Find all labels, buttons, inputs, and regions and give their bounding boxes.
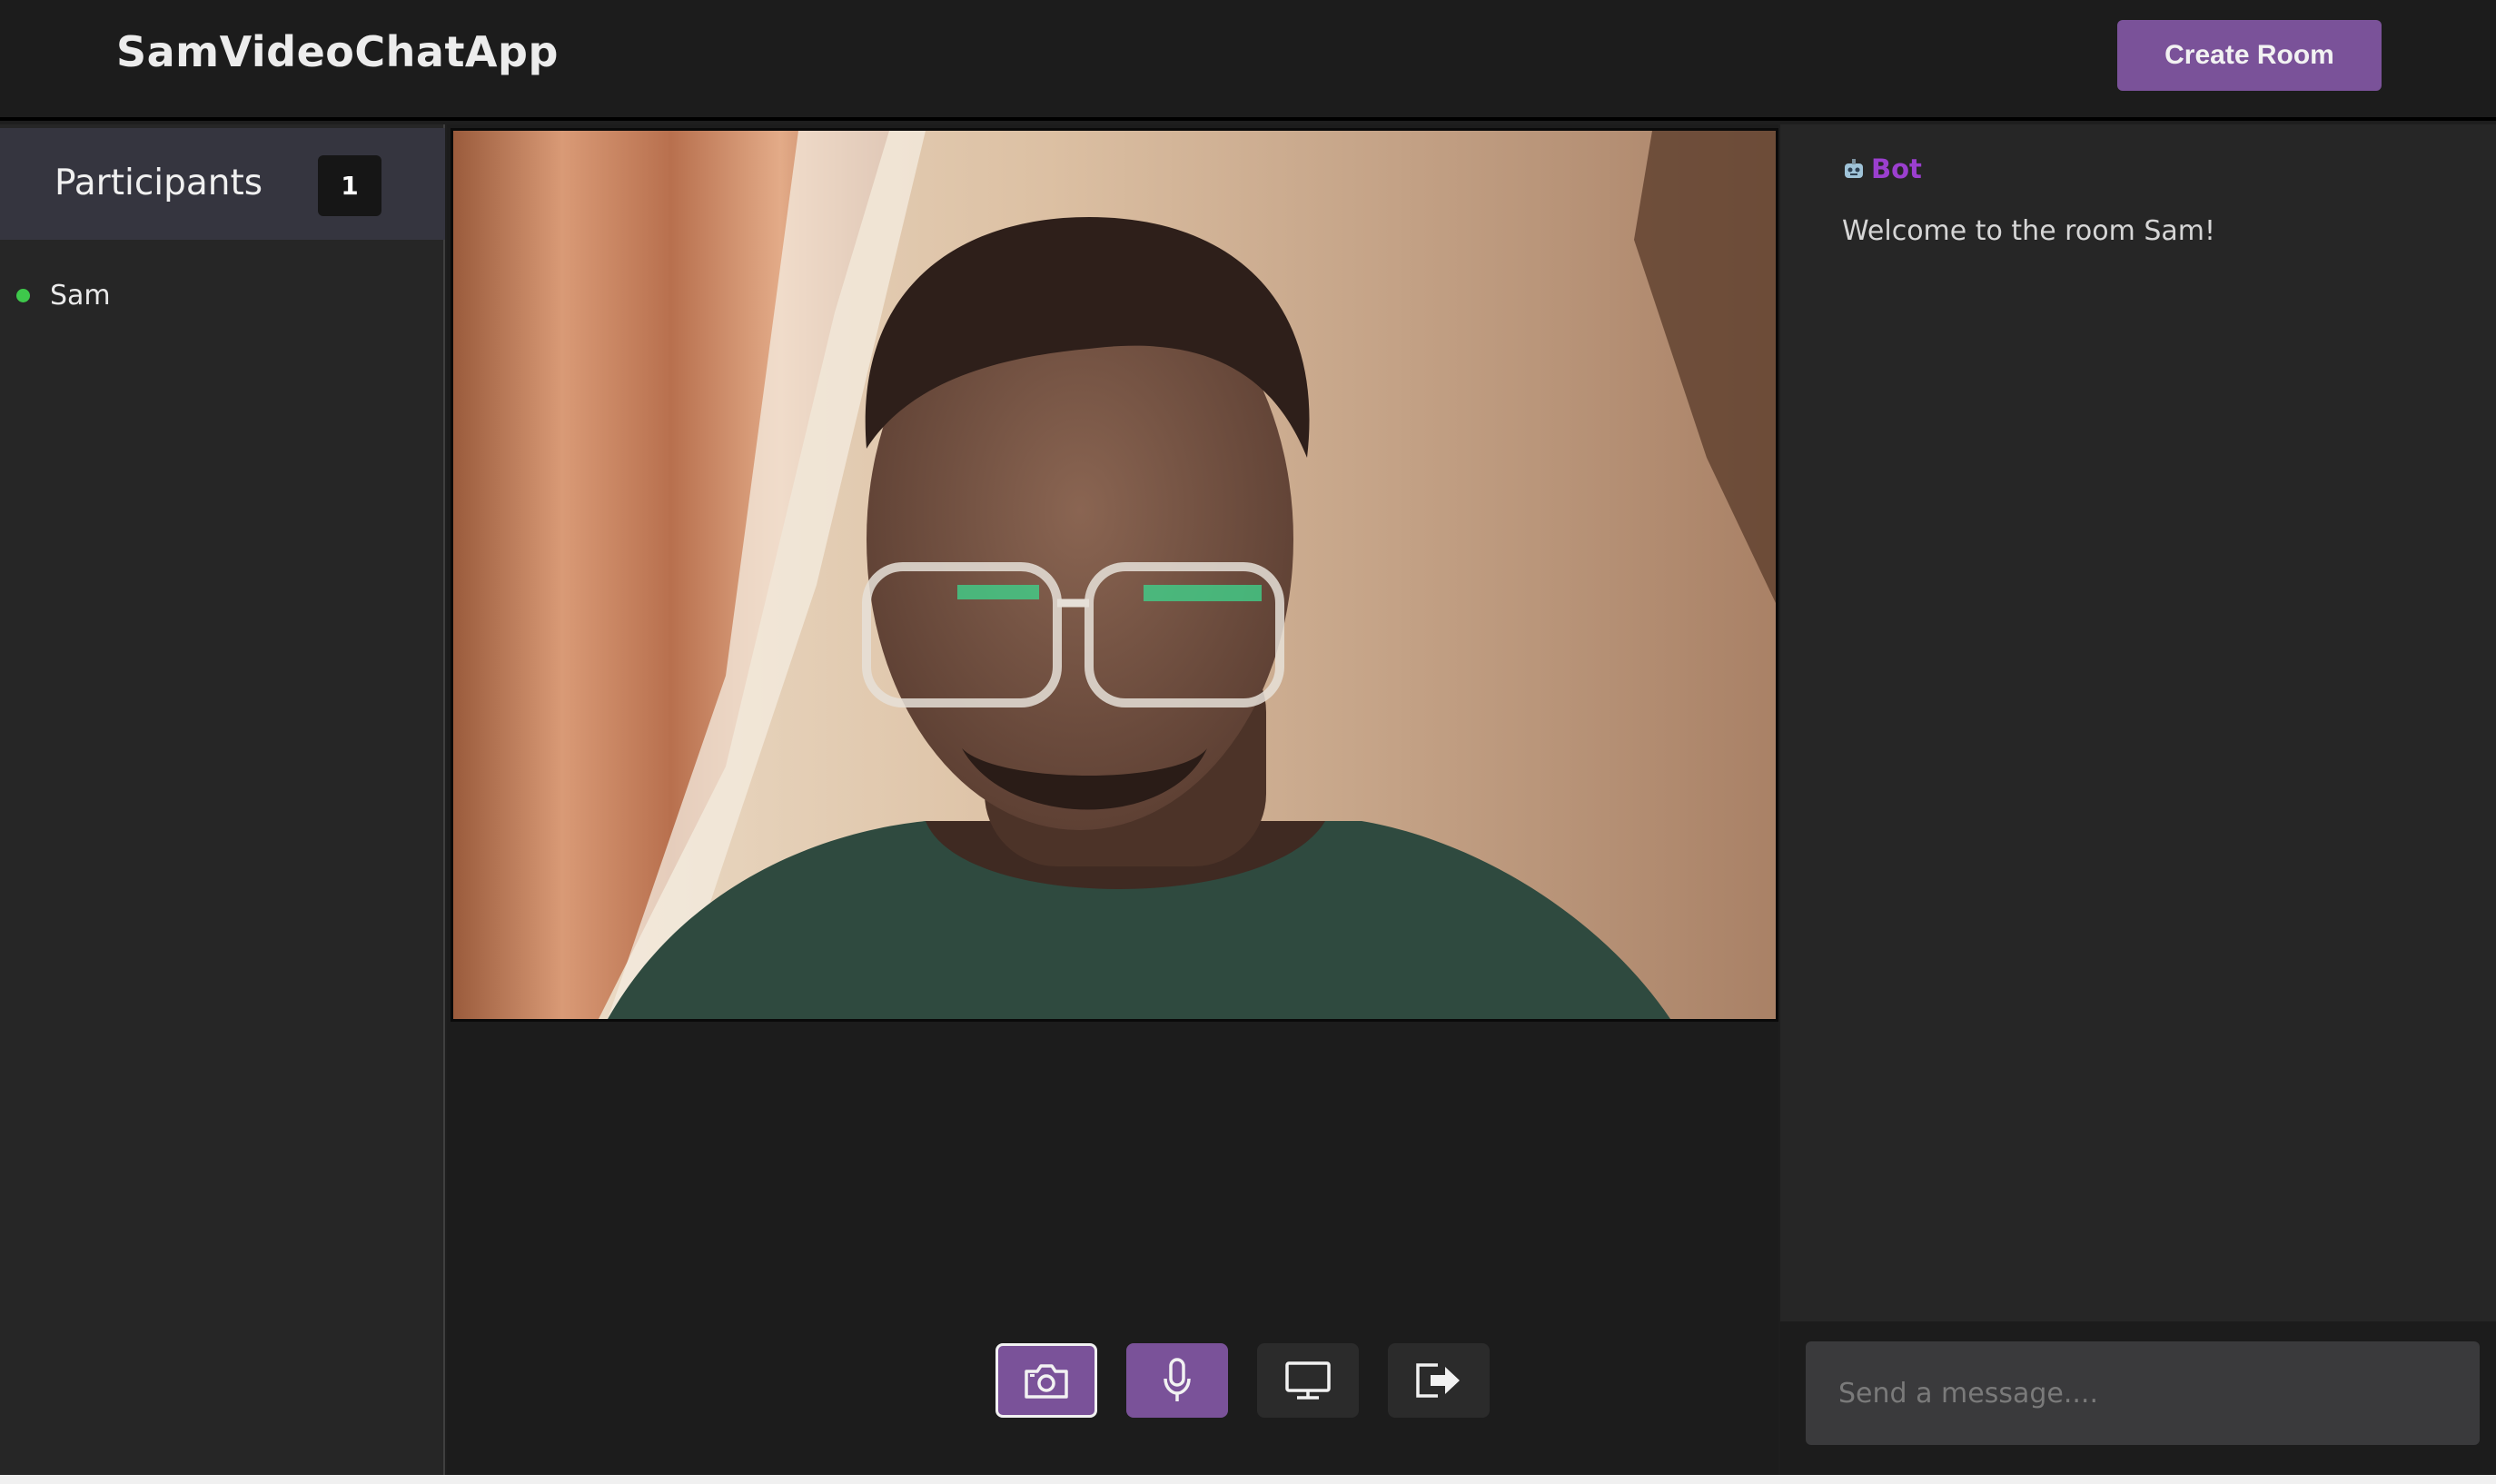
leave-icon (1416, 1363, 1460, 1398)
chat-message-header: Bot (1842, 153, 1922, 184)
screen-share-icon (1285, 1361, 1331, 1400)
microphone-icon (1164, 1358, 1191, 1401)
call-controls (995, 1343, 1490, 1418)
online-status-dot (16, 288, 30, 302)
camera-toggle-button[interactable] (995, 1343, 1097, 1418)
robot-icon (1845, 159, 1863, 178)
participant-item[interactable]: Sam (16, 277, 111, 313)
chat-panel: Bot Welcome to the room Sam! (1780, 124, 2496, 1475)
app-title: SamVideoChatApp (116, 27, 559, 76)
participants-header: Participants 1 (0, 128, 445, 240)
camera-icon (1025, 1364, 1068, 1399)
top-header: SamVideoChatApp Create Room (0, 0, 2496, 121)
local-video-feed (451, 128, 1778, 1022)
leave-room-button[interactable] (1388, 1343, 1490, 1418)
microphone-toggle-button[interactable] (1126, 1343, 1228, 1418)
video-chat-page: SamVideoChatApp Create Room Participants… (0, 0, 2496, 1484)
camera-feed-image (453, 131, 1776, 1019)
video-stage (447, 124, 1778, 1475)
chat-sender-name: Bot (1871, 153, 1922, 184)
participants-title: Participants (54, 163, 263, 203)
chat-input-area (1780, 1321, 2496, 1475)
participant-name: Sam (50, 279, 111, 312)
screen-share-button[interactable] (1257, 1343, 1359, 1418)
create-room-button[interactable]: Create Room (2117, 20, 2382, 91)
chat-message-input[interactable] (1806, 1341, 2480, 1445)
participants-sidebar: Participants 1 Sam (0, 124, 445, 1475)
participant-count-badge: 1 (318, 155, 381, 216)
bottom-edge (0, 1475, 2496, 1484)
chat-message-text: Welcome to the room Sam! (1842, 215, 2216, 247)
